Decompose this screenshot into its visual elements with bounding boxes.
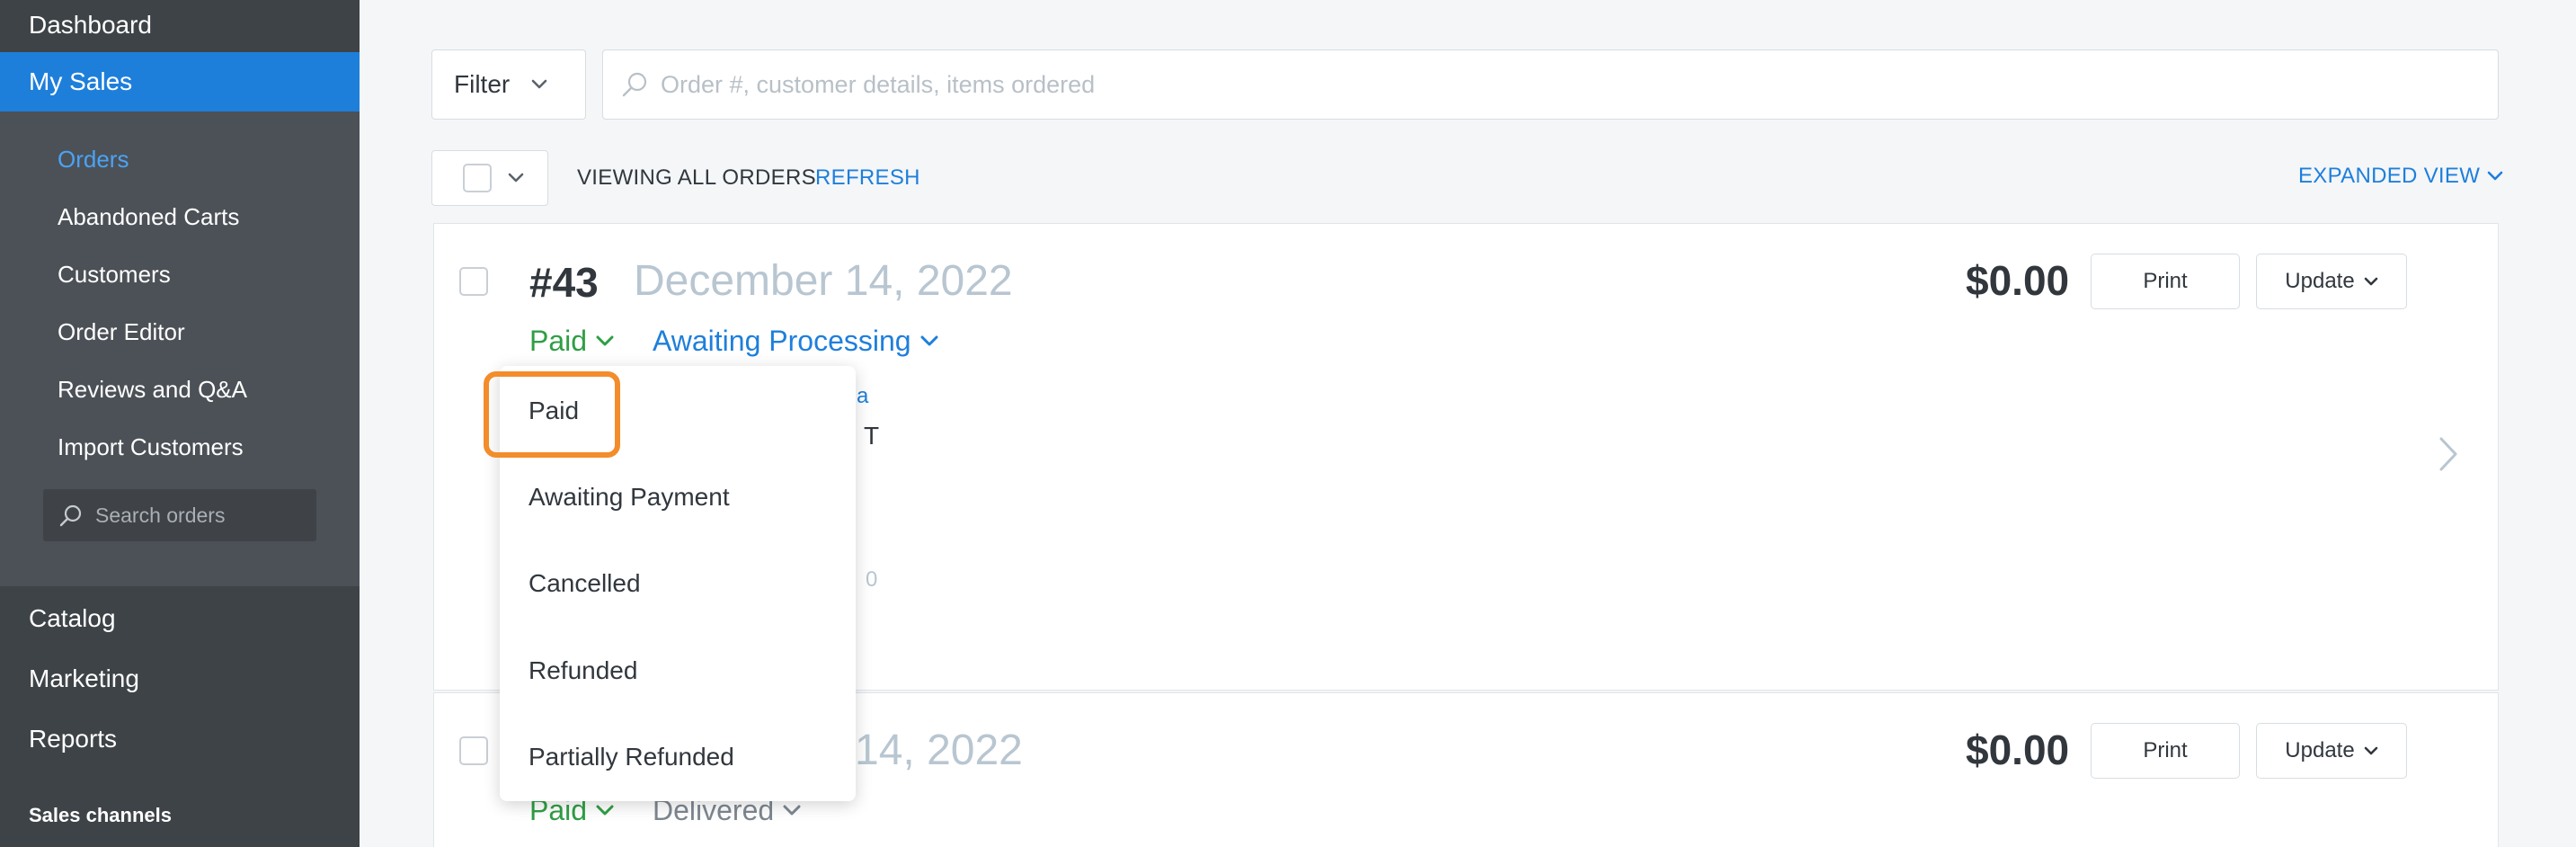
update-label: Update bbox=[2285, 738, 2355, 762]
chevron-down-icon bbox=[2364, 277, 2377, 286]
menu-item-refunded[interactable]: Refunded bbox=[529, 656, 637, 685]
filter-label: Filter bbox=[454, 70, 511, 98]
filter-button[interactable]: Filter bbox=[431, 49, 586, 120]
print-button[interactable]: Print bbox=[2091, 723, 2240, 779]
sidebar-item-order-editor[interactable]: Order Editor bbox=[58, 318, 185, 346]
refresh-link[interactable]: REFRESH bbox=[815, 165, 920, 191]
order-date: December 14, 2022 bbox=[634, 257, 1013, 305]
nav-catalog[interactable]: Catalog bbox=[0, 593, 360, 644]
update-button[interactable]: Update bbox=[2256, 723, 2407, 779]
menu-item-partially-refunded[interactable]: Partially Refunded bbox=[529, 743, 734, 771]
my-sales-submenu: Orders Abandoned Carts Customers Order E… bbox=[0, 111, 360, 586]
nav-marketing[interactable]: Marketing bbox=[0, 654, 360, 704]
payment-status-menu: Paid Awaiting Payment Cancelled Refunded… bbox=[484, 366, 856, 801]
payment-status-label: Paid bbox=[529, 325, 588, 357]
order-total: $0.00 bbox=[1966, 257, 2070, 304]
expanded-view-toggle[interactable]: EXPANDED VIEW bbox=[2298, 164, 2503, 189]
nav-dashboard[interactable]: Dashboard bbox=[0, 0, 360, 50]
order-search-input[interactable] bbox=[661, 70, 2368, 99]
sidebar-item-reviews[interactable]: Reviews and Q&A bbox=[58, 376, 247, 404]
customer-info-fragment: T bbox=[864, 422, 880, 450]
fulfillment-status-dropdown[interactable]: Awaiting Processing bbox=[653, 325, 938, 358]
update-button[interactable]: Update bbox=[2256, 254, 2407, 309]
sidebar-item-import-customers[interactable]: Import Customers bbox=[58, 433, 244, 461]
sidebar-item-abandoned-carts[interactable]: Abandoned Carts bbox=[58, 203, 239, 231]
chevron-right-icon[interactable] bbox=[2438, 436, 2458, 472]
order-search-field[interactable] bbox=[602, 49, 2499, 120]
menu-item-paid[interactable]: Paid bbox=[529, 397, 579, 425]
chevron-down-icon bbox=[508, 173, 524, 183]
nav-reports[interactable]: Reports bbox=[0, 714, 360, 764]
chevron-down-icon bbox=[596, 805, 614, 816]
sidebar-search-placeholder: Search orders bbox=[95, 503, 226, 527]
print-button[interactable]: Print bbox=[2091, 254, 2240, 309]
chevron-down-icon bbox=[2364, 746, 2377, 755]
nav-my-sales[interactable]: My Sales bbox=[0, 52, 360, 111]
chevron-down-icon bbox=[783, 805, 801, 816]
order-detail-fragment: 0 bbox=[866, 567, 878, 592]
order-date: 14, 2022 bbox=[855, 727, 1023, 774]
select-all-checkbox[interactable] bbox=[463, 164, 492, 192]
order-checkbox[interactable] bbox=[459, 736, 488, 765]
order-total: $0.00 bbox=[1966, 727, 2070, 773]
chevron-down-icon bbox=[531, 79, 547, 89]
chevron-down-icon bbox=[2487, 171, 2503, 181]
sidebar-item-orders[interactable]: Orders bbox=[58, 146, 129, 174]
fulfillment-status-label: Awaiting Processing bbox=[653, 325, 911, 357]
bulk-select-dropdown[interactable] bbox=[431, 150, 548, 206]
search-icon bbox=[622, 72, 647, 97]
update-label: Update bbox=[2285, 269, 2355, 293]
order-number[interactable]: #43 bbox=[529, 258, 599, 307]
sidebar-search-input[interactable]: Search orders bbox=[43, 489, 316, 541]
menu-item-awaiting-payment[interactable]: Awaiting Payment bbox=[529, 483, 730, 512]
sidebar-item-customers[interactable]: Customers bbox=[58, 261, 171, 289]
payment-status-dropdown[interactable]: Paid bbox=[529, 325, 614, 358]
order-checkbox[interactable] bbox=[459, 267, 488, 296]
nav-sales-channels[interactable]: Sales channels bbox=[29, 804, 172, 827]
chevron-down-icon bbox=[596, 335, 614, 346]
chevron-down-icon bbox=[920, 335, 938, 346]
menu-item-cancelled[interactable]: Cancelled bbox=[529, 569, 641, 598]
expanded-view-label: EXPANDED VIEW bbox=[2298, 164, 2481, 188]
search-icon bbox=[59, 504, 82, 527]
sidebar: Dashboard My Sales Orders Abandoned Cart… bbox=[0, 0, 360, 847]
viewing-all-orders-label: VIEWING ALL ORDERS bbox=[577, 165, 816, 190]
